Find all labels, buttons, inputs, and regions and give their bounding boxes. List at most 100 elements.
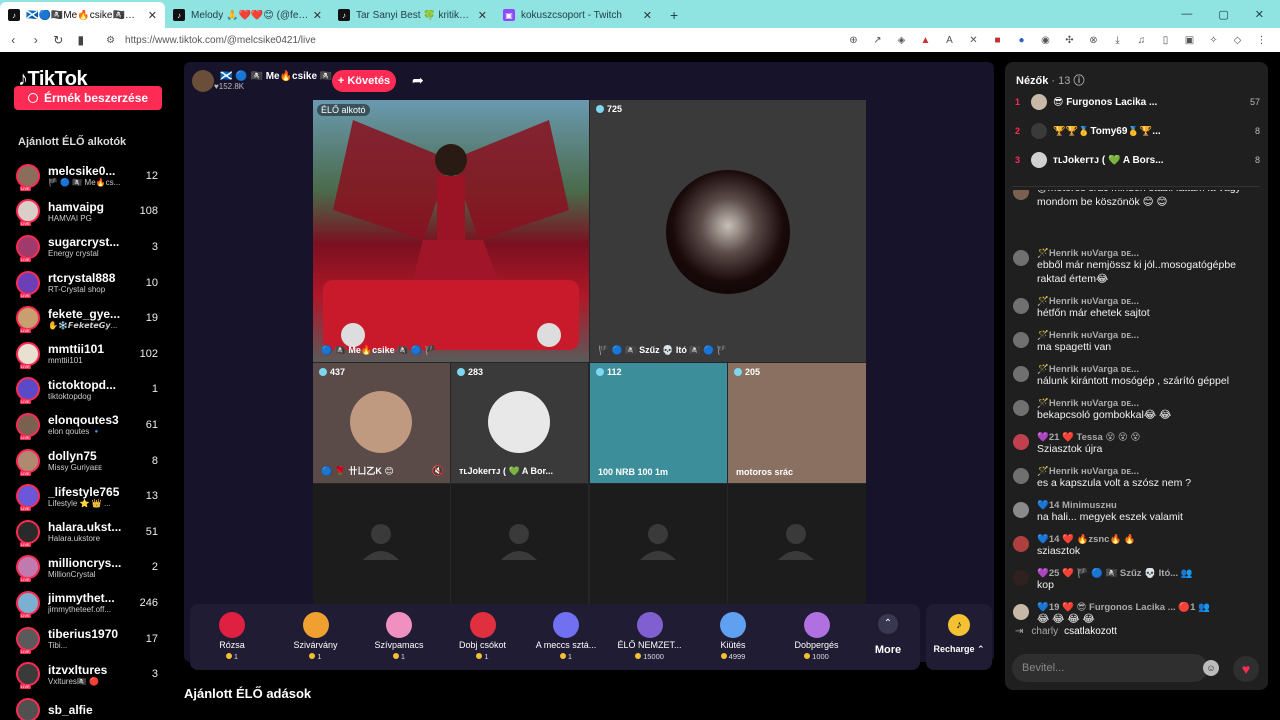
creator-item[interactable]: rtcrystal888RT-Crystal shop 10 [16, 265, 166, 301]
chat-username[interactable]: 🪄Henrik ʜᴜVarga ᴅᴇ... [1037, 330, 1257, 341]
chat-input[interactable]: Bevitel... [1012, 654, 1208, 682]
follow-button[interactable]: + Követés [332, 70, 396, 92]
extension-icon[interactable]: ■ [991, 35, 1004, 46]
close-tab-icon[interactable]: ✕ [148, 9, 157, 22]
chat-username[interactable]: 💜21 ❤️ Tessa 😵 😵 😵 [1037, 432, 1257, 443]
creator-item[interactable]: mmttii101mmttii101 102 [16, 336, 166, 372]
shield-icon[interactable]: ◈ [895, 35, 908, 46]
guest-cell-small[interactable]: 205 motoros srác [728, 363, 866, 483]
gift-item[interactable]: Rózsa 1 [190, 604, 274, 670]
creator-item[interactable]: halara.ukst...Halara.ukstore 51 [16, 514, 166, 550]
browser-tab-3[interactable]: ♪Tar Sanyi Best 🍀 kritikus 🐻 (@szop✕ [330, 2, 495, 28]
gift-item[interactable]: Kiütés 4999 [691, 604, 775, 670]
empty-guest-slot[interactable] [451, 484, 588, 604]
creator-item[interactable]: tictoktopd...tiktoktopdog 1 [16, 372, 166, 408]
chat-avatar[interactable] [1013, 366, 1029, 382]
media-icon[interactable]: ♫ [1135, 35, 1148, 46]
chat-avatar[interactable] [1013, 332, 1029, 348]
sidebar-icon[interactable]: ▯ [1159, 35, 1172, 46]
chat-avatar[interactable] [1013, 604, 1029, 620]
guest-cell-small[interactable]: 437 🔵 🌹 卄ㄩ乙K 😊 🔇 [313, 363, 450, 483]
chat-messages[interactable]: @motoros srác minden stabil láttam itt v… [1005, 190, 1268, 630]
bookmark-icon[interactable]: ▮ [72, 33, 91, 47]
recharge-button[interactable]: ♪ Recharge ⌃ [926, 604, 992, 670]
menu-icon[interactable]: ⋮ [1255, 35, 1268, 46]
top-viewer-row[interactable]: 1 😎 Furgonos Lacika ... 57 [1015, 92, 1260, 112]
gift-item[interactable]: Dobj csókot 1 [441, 604, 525, 670]
creator-item[interactable]: sugarcryst...Energy crystal 3 [16, 229, 166, 265]
creator-item[interactable]: jimmythet...jimmytheteef.off... 246 [16, 585, 166, 621]
gift-item[interactable]: Szivárvány 1 [274, 604, 358, 670]
puzzle-icon[interactable]: ✣ [1063, 35, 1076, 46]
host-video[interactable]: ÉLŐ alkotó 🔵 🏴‍☠️ Me🔥csike 🏴‍☠️ 🔵 🏴 [313, 100, 589, 362]
creator-item[interactable]: sb_alfie [16, 692, 166, 720]
chat-avatar[interactable] [1013, 468, 1029, 484]
creator-item[interactable]: _lifestyle765Lifestyle ⭐ 👑 ... 13 [16, 478, 166, 514]
reload-icon[interactable]: ↻ [49, 33, 68, 47]
translate-icon[interactable]: A [943, 35, 956, 46]
empty-guest-slot[interactable] [313, 484, 450, 604]
chat-avatar[interactable] [1013, 190, 1029, 200]
more-gifts-button[interactable]: ⌃ More [858, 604, 918, 670]
creator-item[interactable]: millioncrys...MillionCrystal 2 [16, 550, 166, 586]
chat-username[interactable]: 🪄Henrik ʜᴜVarga ᴅᴇ... [1037, 398, 1257, 409]
gift-item[interactable]: A meccs sztá... 1 [524, 604, 608, 670]
host-avatar[interactable] [192, 70, 214, 92]
guest-cell-large[interactable]: 725 🏴 🔵 🏴‍☠️ Szűz 💀 Itó 🏴‍☠️ 🔵 🏴 [590, 100, 866, 362]
emoji-icon[interactable]: ☺ [1203, 660, 1219, 676]
sparkle-icon[interactable]: ✧ [1207, 35, 1220, 46]
chat-username[interactable]: 💙19 ❤️ 😎 Furgonos Lacika ... 🔴1 👥 [1037, 602, 1257, 613]
back-icon[interactable]: ‹ [4, 33, 23, 47]
top-viewer-row[interactable]: 2 🏆🏆🥇Tomy69🥇🏆... 8 [1015, 121, 1260, 141]
close-window-icon[interactable]: ✕ [1255, 8, 1264, 21]
chat-username[interactable]: 🪄Henrik ʜᴜVarga ᴅᴇ... [1037, 466, 1257, 477]
chat-avatar[interactable] [1013, 250, 1029, 266]
guest-cell-small[interactable]: 283 ᴛʟJokerᴛᴊ ( 💚 A Bor... [451, 363, 588, 483]
browser-tab-2[interactable]: ♪Melody 🙏❤️❤️😊 (@fec939) ÉLŐ✕ [165, 2, 330, 28]
creator-item[interactable]: tiberius1970Tibi... 17 [16, 621, 166, 657]
share-page-icon[interactable]: ↗ [871, 35, 884, 46]
chat-username[interactable]: 💙14 Minimuszнu [1037, 500, 1257, 511]
download-icon[interactable]: ⤓ [1111, 35, 1124, 46]
gift-item[interactable]: Dobpergés 1000 [775, 604, 859, 670]
heart-icon[interactable]: ♥ [1233, 656, 1259, 682]
chat-username[interactable]: 🪄Henrik ʜᴜVarga ᴅᴇ... [1037, 248, 1257, 259]
shield-icon[interactable]: ◇ [1231, 35, 1244, 46]
chat-avatar[interactable] [1013, 570, 1029, 586]
zoom-icon[interactable]: ⊕ [847, 35, 860, 46]
empty-guest-slot[interactable] [728, 484, 866, 604]
viewers-heading[interactable]: Nézők · 13 ⓘ [1016, 72, 1084, 88]
gift-item[interactable]: ÉLŐ NEMZET... 15000 [608, 604, 692, 670]
screenshot-icon[interactable]: ▣ [1183, 35, 1196, 46]
creator-item[interactable]: itzvxlturesVxltures🏴‍☠️ 🔴 3 [16, 656, 166, 692]
chat-avatar[interactable] [1013, 400, 1029, 416]
site-info-icon[interactable]: ⚙ [106, 35, 115, 46]
minimize-icon[interactable]: — [1181, 8, 1192, 20]
new-tab-button[interactable]: + [660, 2, 688, 28]
extension-icon[interactable]: ✕ [967, 35, 980, 46]
extension-icon[interactable]: ● [1015, 35, 1028, 46]
chat-avatar[interactable] [1013, 502, 1029, 518]
top-viewer-row[interactable]: 3 ᴛʟJokerᴛᴊ ( 💚 A Bors... 8 [1015, 150, 1260, 170]
close-tab-icon[interactable]: ✕ [478, 9, 487, 22]
forward-icon[interactable]: › [27, 33, 46, 47]
share-arrow-icon[interactable]: ➦ [412, 72, 424, 89]
extension-icon[interactable]: ◉ [1039, 35, 1052, 46]
chat-username[interactable]: 🪄Henrik ʜᴜVarga ᴅᴇ... [1037, 296, 1257, 307]
creator-item[interactable]: elonqoutes3elon qoutes 🔹 61 [16, 407, 166, 443]
guest-cell-small[interactable]: 112 100 NRB 100 1m [590, 363, 727, 483]
empty-guest-slot[interactable] [590, 484, 727, 604]
warning-icon[interactable]: ▲ [919, 35, 932, 46]
get-coins-button[interactable]: Érmék beszerzése [14, 86, 162, 110]
maximize-icon[interactable]: ▢ [1218, 8, 1228, 21]
chat-username[interactable]: 💙14 ❤️ 🔥zsnc🔥 🔥 [1037, 534, 1257, 545]
browser-tab-1[interactable]: ♪ 🏴󠁧󠁢󠁳󠁣󠁴󠁿🔵🏴‍☠️Me🔥csike🏴‍☠️🔵🏴 ✕ [0, 2, 165, 28]
extension-icon[interactable]: ⊗ [1087, 35, 1100, 46]
host-info[interactable]: 🏴󠁧󠁢󠁳󠁣󠁴󠁿 🔵 🏴‍☠️ Me🔥csike 🏴‍☠️ ... ♥152.8K [192, 70, 343, 92]
chat-avatar[interactable] [1013, 536, 1029, 552]
creator-item[interactable]: fekete_gye...✋❄️𝙁𝙚𝙠𝙚𝙩𝙚𝙂𝙮... 19 [16, 300, 166, 336]
close-tab-icon[interactable]: ✕ [313, 9, 322, 22]
chat-avatar[interactable] [1013, 298, 1029, 314]
chat-avatar[interactable] [1013, 434, 1029, 450]
creator-item[interactable]: hamvaipgHAMVAI PG 108 [16, 194, 166, 230]
